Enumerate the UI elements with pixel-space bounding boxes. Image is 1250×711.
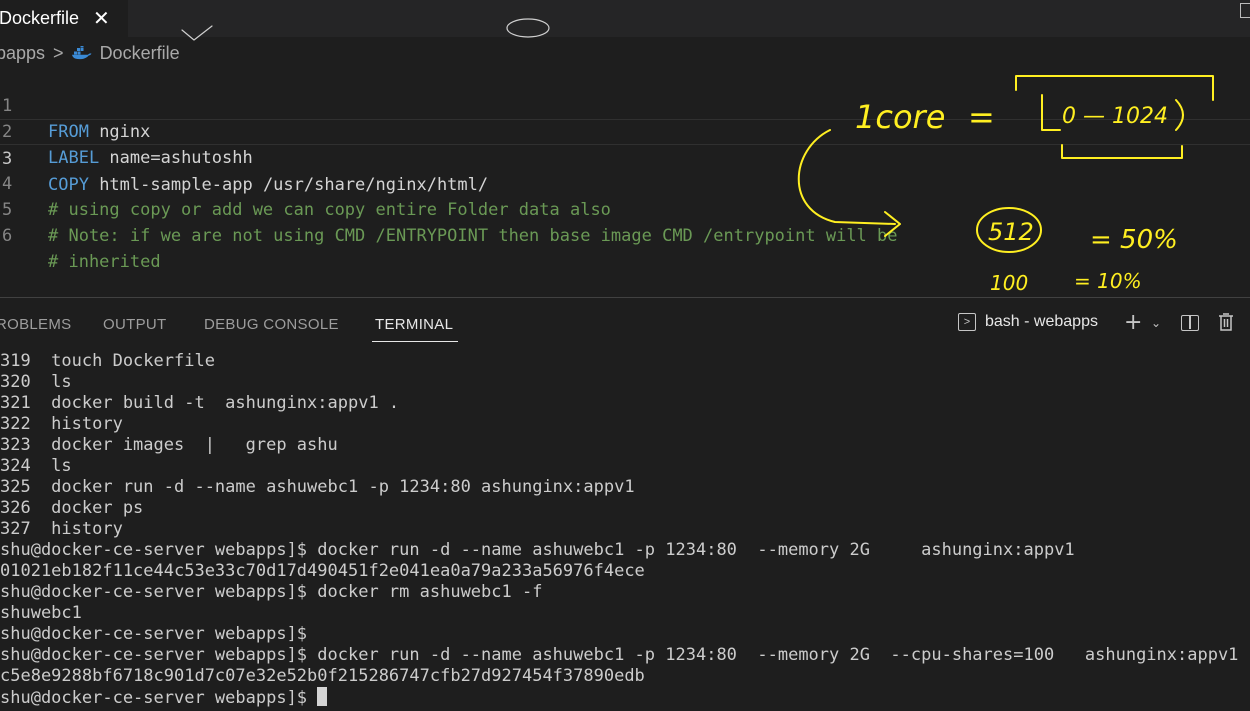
bottom-panel: ROBLEMS OUTPUT DEBUG CONSOLE TERMINAL > …	[0, 297, 1250, 711]
code-line: 1 FROM nginx	[0, 67, 1250, 142]
breadcrumb-folder[interactable]: bapps	[0, 43, 45, 64]
terminal-icon: >	[958, 313, 976, 331]
terminal-name: bash - webapps	[985, 313, 1098, 330]
terminal-line: shu@docker-ce-server webapps]$ docker rm…	[0, 582, 543, 602]
line-number: 6	[2, 226, 13, 246]
active-tab-indicator	[372, 341, 458, 342]
code-line: 4 # using copy or add we can copy entire…	[0, 145, 1250, 220]
tab-dockerfile[interactable]: Dockerfile ✕	[0, 0, 128, 37]
terminal-selector[interactable]: > bash - webapps	[958, 313, 1098, 331]
breadcrumb: bapps > Dockerfile	[0, 41, 180, 65]
terminal-line: 319 touch Dockerfile	[0, 351, 215, 371]
terminal-line: shu@docker-ce-server webapps]$ docker ru…	[0, 645, 1239, 665]
terminal-line: 327 history	[0, 519, 123, 539]
code-line-current: 3 COPY html-sample-app /usr/share/nginx/…	[0, 119, 1250, 195]
tab-terminal[interactable]: TERMINAL	[375, 316, 453, 333]
terminal-prompt-line[interactable]: shu@docker-ce-server webapps]$	[0, 687, 1250, 708]
terminal-line: shuwebc1	[0, 603, 82, 623]
terminal-line: 320 ls	[0, 372, 72, 392]
tab-debug-console[interactable]: DEBUG CONSOLE	[204, 316, 339, 333]
layout-icon[interactable]	[1240, 3, 1250, 18]
panel-tab-bar: ROBLEMS OUTPUT DEBUG CONSOLE TERMINAL > …	[0, 298, 1250, 346]
chevron-down-icon[interactable]: ⌄	[1151, 316, 1161, 330]
terminal-prompt: shu@docker-ce-server webapps]$	[0, 688, 318, 708]
trash-icon[interactable]	[1217, 312, 1235, 332]
code-comment: # inherited	[48, 252, 161, 272]
close-icon[interactable]: ✕	[93, 9, 110, 29]
tab-label: Dockerfile	[0, 8, 80, 28]
editor-tab-bar: Dockerfile ✕	[0, 0, 1250, 37]
breadcrumb-file[interactable]: Dockerfile	[100, 43, 180, 64]
terminal-line: 326 docker ps	[0, 498, 144, 518]
terminal-line: shu@docker-ce-server webapps]$ docker ru…	[0, 540, 1075, 560]
terminal-cursor	[317, 687, 328, 706]
tab-problems[interactable]: ROBLEMS	[0, 316, 71, 333]
code-line: 2 LABEL name=ashutoshh	[0, 93, 1250, 168]
code-line: 5 # Note: if we are not using CMD /ENTRY…	[0, 171, 1250, 246]
split-icon[interactable]	[1181, 315, 1199, 331]
terminal-output[interactable]: 319 touch Dockerfile 320 ls 321 docker b…	[0, 351, 1250, 708]
terminal-line: 322 history	[0, 414, 123, 434]
terminal-line: 01021eb182f11ce44c53e33c70d17d490451f2e0…	[0, 561, 645, 581]
code-comment: # Note: if we are not using CMD /ENTRYPO…	[48, 226, 898, 246]
terminal-line: 323 docker images | grep ashu	[0, 435, 338, 455]
plus-icon[interactable]: +	[1124, 312, 1142, 334]
terminal-line: 321 docker build -t ashunginx:appv1 .	[0, 393, 400, 413]
code-editor[interactable]: 1 FROM nginx 2 LABEL name=ashutoshh 3 CO…	[0, 66, 1250, 296]
terminal-line: 324 ls	[0, 456, 72, 476]
code-line: 6 # inherited	[0, 197, 1250, 272]
breadcrumb-separator: >	[53, 42, 64, 63]
docker-whale-icon	[71, 46, 92, 60]
terminal-line: 325 docker run -d --name ashuwebc1 -p 12…	[0, 477, 635, 497]
terminal-line: c5e8e9288bf6718c901d7c07e32e52b0f2152867…	[0, 666, 645, 686]
tab-output[interactable]: OUTPUT	[103, 316, 166, 333]
terminal-line: shu@docker-ce-server webapps]$	[0, 624, 308, 644]
